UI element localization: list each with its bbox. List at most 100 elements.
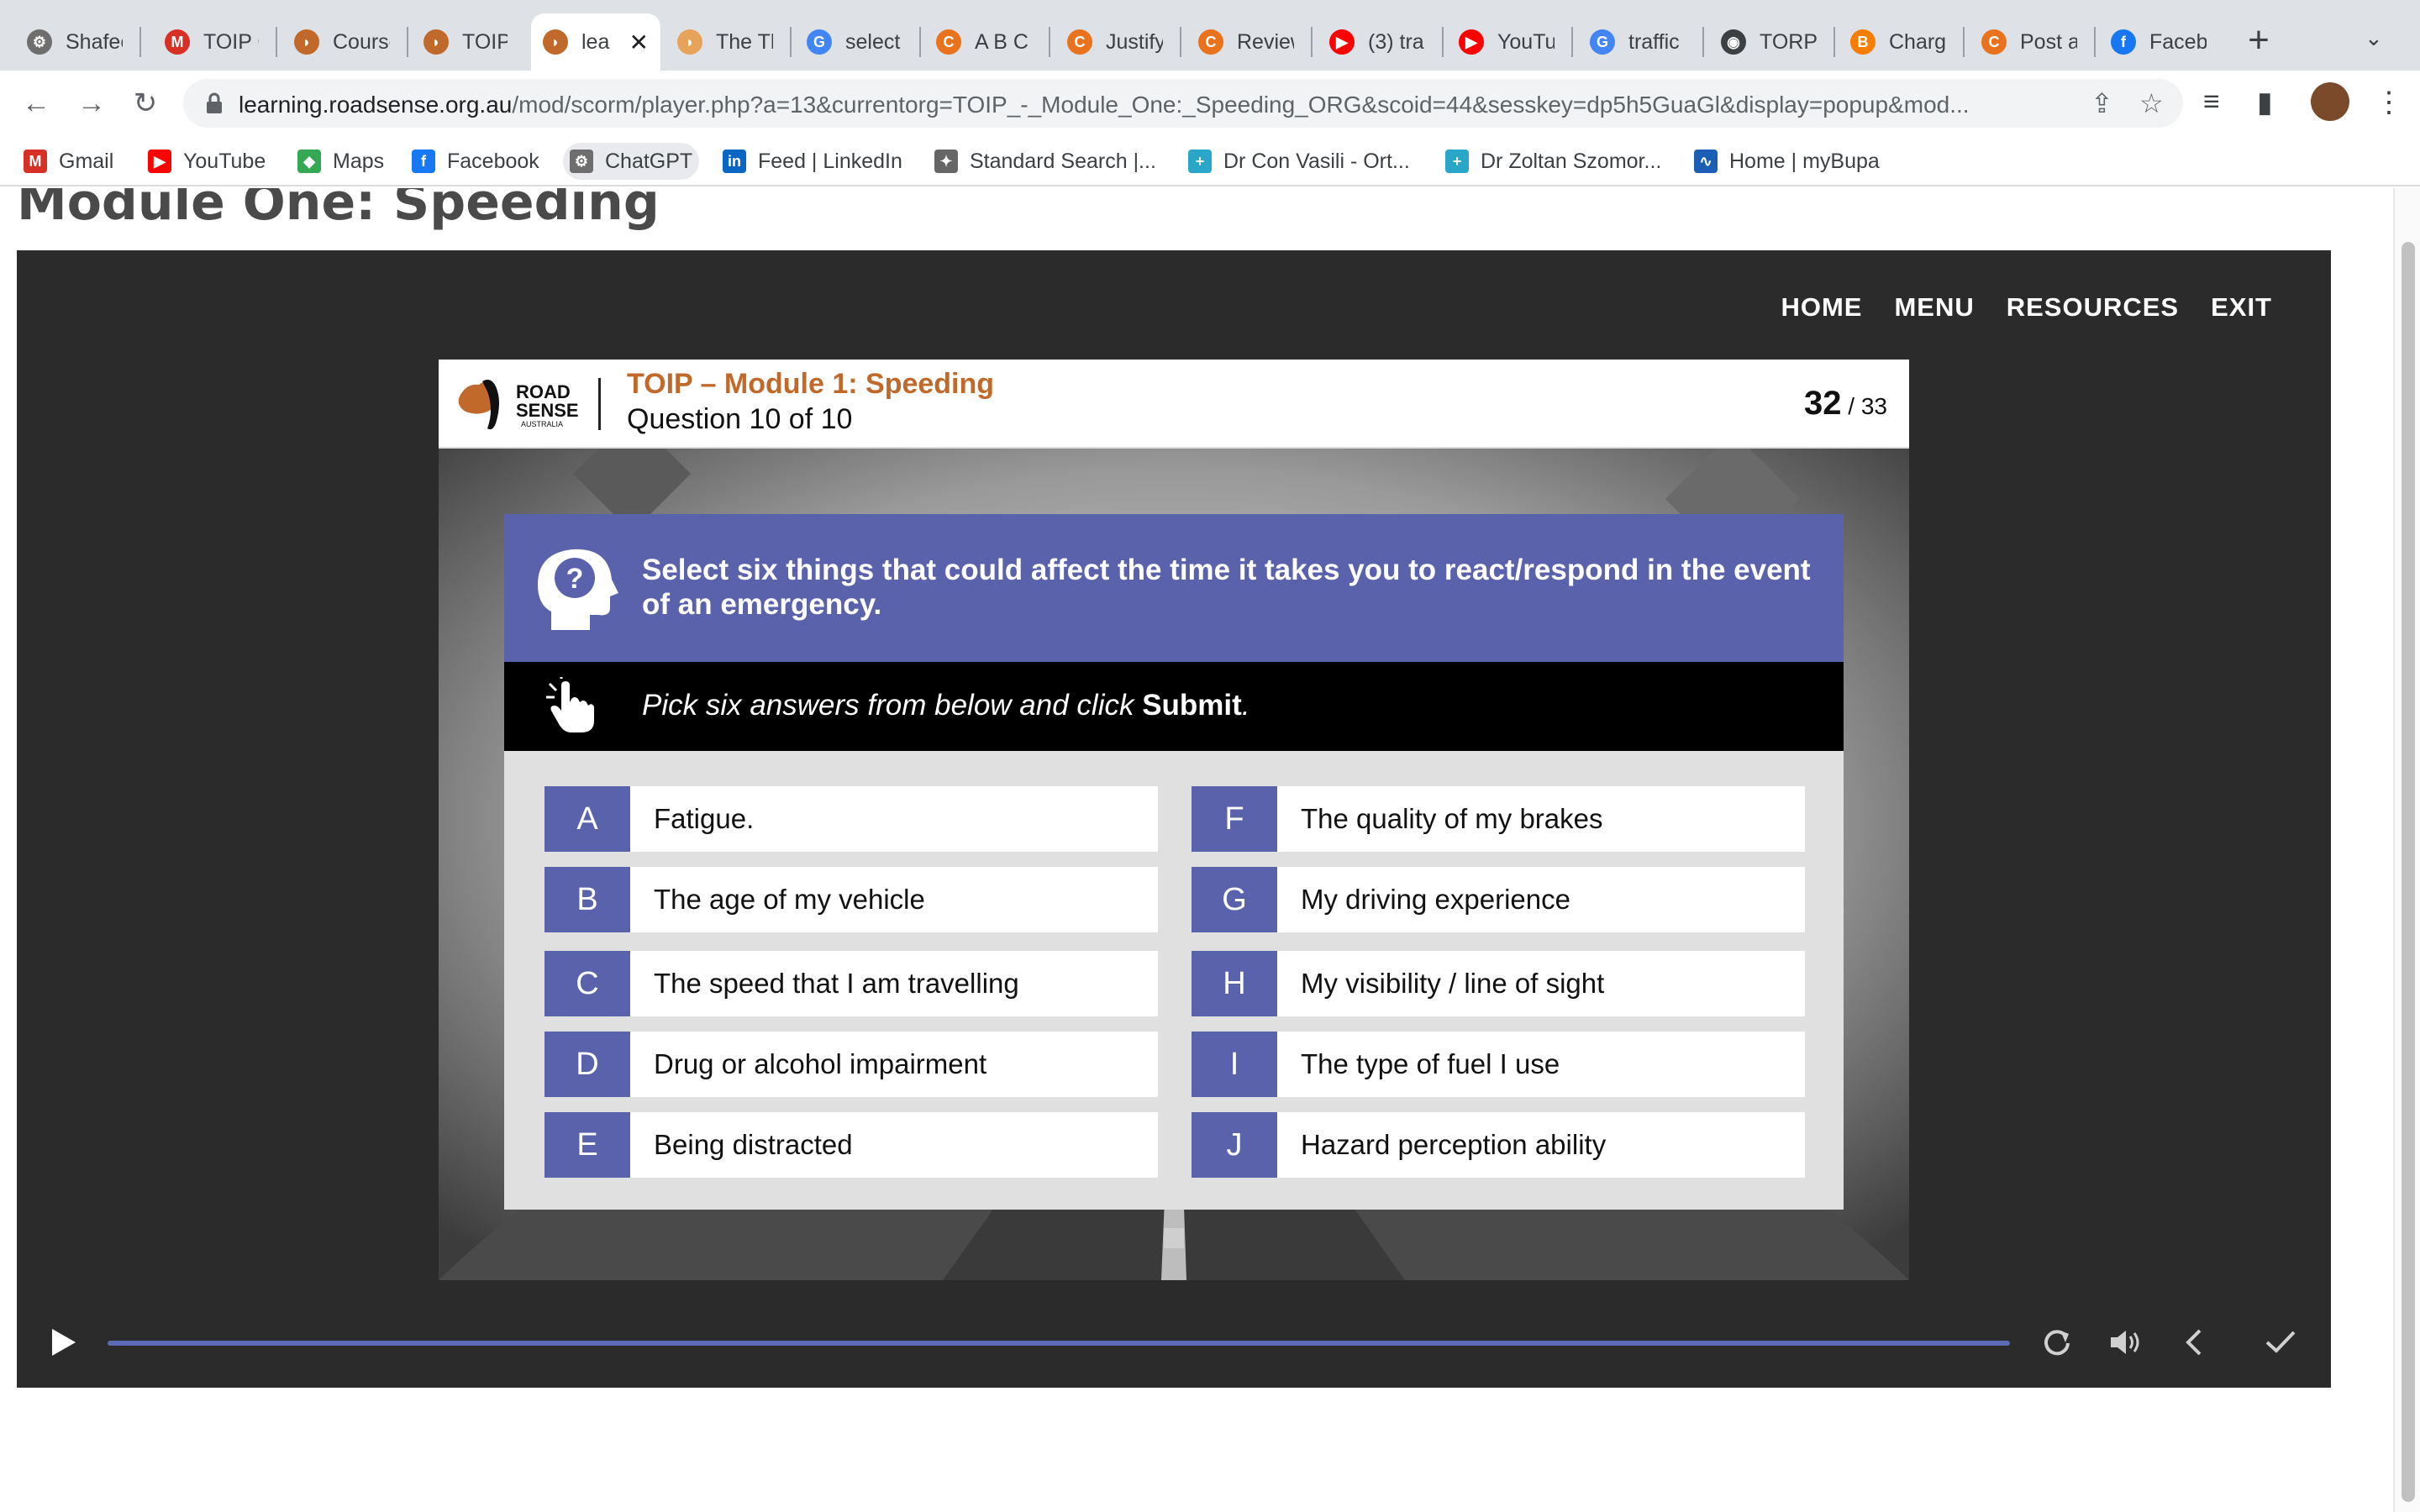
gmail-icon: M — [165, 29, 190, 55]
bookmark-item[interactable]: in Feed | LinkedIn — [716, 143, 909, 180]
browser-tab[interactable]: ◉ TORP — [1709, 13, 1828, 71]
answer-option-j[interactable]: J Hazard perception ability — [1192, 1112, 1805, 1178]
browser-tab[interactable]: ◗ Course — [282, 13, 402, 71]
progress-bar[interactable] — [108, 1341, 2010, 1346]
tab-title: Charge — [1889, 29, 1946, 54]
instruction-text: Pick six answers from below and click Su… — [642, 689, 1250, 722]
browser-tab[interactable]: CA B C — [924, 13, 1044, 71]
tab-title: Review — [1237, 29, 1294, 54]
bookmark-item[interactable]: f Facebook — [405, 143, 546, 180]
tab-title: TOIP J — [462, 29, 508, 54]
answer-option-e[interactable]: E Being distracted — [544, 1112, 1158, 1178]
roadsense-icon: ◗ — [424, 29, 449, 55]
share-icon[interactable]: ⇪ — [2091, 87, 2113, 119]
tab-title: Shafee — [66, 29, 123, 54]
submit-check-icon[interactable] — [2259, 1320, 2302, 1364]
tab-separator — [1702, 27, 1704, 57]
answer-text: The type of fuel I use — [1301, 1048, 1560, 1079]
bookmark-item[interactable]: + Dr Con Vasili - Ort... — [1181, 143, 1417, 180]
volume-icon[interactable] — [2104, 1320, 2148, 1364]
browser-tab[interactable]: C Review — [1186, 13, 1306, 71]
bookmark-item[interactable]: + Dr Zoltan Szomor... — [1439, 143, 1668, 180]
answer-option-a[interactable]: A Fatigue. — [544, 786, 1158, 852]
bookmark-item[interactable]: M Gmail — [17, 143, 120, 180]
facebook-icon: f — [412, 150, 435, 173]
bookmark-item[interactable]: ▶ YouTube — [141, 143, 272, 180]
answer-option-h[interactable]: H My visibility / line of sight — [1192, 951, 1805, 1016]
bookmark-label: YouTube — [183, 149, 266, 173]
tab-separator — [790, 27, 792, 57]
bookmark-label: Standard Search |... — [970, 149, 1156, 173]
answer-option-f[interactable]: F The quality of my brakes — [1192, 786, 1805, 852]
player-control-bar — [17, 1309, 2331, 1388]
nav-resources[interactable]: RESOURCES — [2007, 292, 2179, 323]
tab-separator — [1442, 27, 1444, 57]
bookmark-label: Maps — [333, 149, 385, 173]
tab-separator — [276, 27, 277, 57]
browser-tab[interactable]: ▶ (3) tra — [1318, 13, 1437, 71]
browser-tab[interactable]: ◗ The Th — [666, 13, 785, 71]
answer-option-d[interactable]: D Drug or alcohol impairment — [544, 1032, 1158, 1097]
back-arrow-icon[interactable]: ← — [15, 82, 57, 124]
close-tab-icon[interactable]: ✕ — [629, 29, 649, 56]
bookmark-star-icon[interactable]: ☆ — [2139, 87, 2164, 119]
browser-tab[interactable]: ▶ YouTub — [1447, 13, 1566, 71]
replay-icon[interactable] — [2035, 1320, 2079, 1364]
bookmark-item[interactable]: ∿ Home | myBupa — [1687, 143, 1886, 180]
tab-active[interactable]: ◗ lea ✕ — [531, 13, 660, 71]
media-queue-icon[interactable]: ≡ — [2203, 86, 2220, 118]
nav-home[interactable]: HOME — [1781, 292, 1862, 323]
scrollbar-thumb[interactable] — [2402, 242, 2415, 1502]
nav-menu[interactable]: MENU — [1894, 292, 1974, 323]
browser-toolbar: ← → ↻ learning.roadsense.org.au/mod/scor… — [0, 71, 2420, 136]
browser-tab[interactable]: M TOIP C — [153, 13, 271, 71]
forward-arrow-icon[interactable]: → — [71, 82, 113, 124]
browser-tab[interactable]: Gtraffic — [1578, 13, 1697, 71]
page-scrollbar[interactable] — [2393, 188, 2420, 1512]
answer-text: Hazard perception ability — [1301, 1129, 1607, 1160]
bookmark-item[interactable]: ⚙ ChatGPT — [563, 143, 700, 180]
total-slides: / 33 — [1848, 393, 1887, 419]
new-tab-button[interactable]: + — [2237, 20, 2281, 64]
browser-tab[interactable]: B Charge — [1839, 13, 1958, 71]
play-icon[interactable] — [49, 1326, 79, 1359]
previous-chevron-icon[interactable] — [2173, 1320, 2217, 1364]
browser-tab[interactable]: Gselect — [795, 13, 914, 71]
bookmark-label: Facebook — [447, 149, 539, 173]
question-text: Select six things that could affect the … — [642, 554, 1811, 621]
answer-option-b[interactable]: B The age of my vehicle — [544, 867, 1158, 932]
browser-tab[interactable]: C Justify — [1055, 13, 1175, 71]
browser-tab[interactable]: C Post a — [1970, 13, 2089, 71]
tab-separator — [1180, 27, 1181, 57]
bookmarks-bar: M Gmail ▶ YouTube ◆ Maps f Facebook ⚙ ChatGPT in Fe… — [0, 136, 2420, 186]
answer-letter: A — [544, 786, 630, 852]
url-text: learning.roadsense.org.au/mod/scorm/play… — [239, 92, 1970, 118]
tab-search-chevron-icon[interactable]: ⌄ — [2365, 25, 2383, 51]
tab-title: A B C — [975, 29, 1028, 54]
page-content: Module One: Speeding HOME MENU RESOURCES… — [0, 188, 2420, 1512]
slide-page-counter: 32 / 33 — [1804, 385, 1887, 423]
lock-icon[interactable] — [202, 91, 227, 116]
bookmark-item[interactable]: ✦ Standard Search |... — [928, 143, 1163, 180]
answer-grid: A Fatigue. B The age of my vehicle C The spee… — [504, 751, 1844, 1210]
profile-avatar[interactable] — [2311, 82, 2349, 121]
kebab-menu-icon[interactable]: ⋮ — [2375, 86, 2403, 119]
browser-tab[interactable]: f Facebo — [2099, 13, 2218, 71]
browser-tab[interactable]: ◗ TOIP J — [412, 13, 519, 71]
question-banner: ? Select six things that could affect th… — [504, 514, 1844, 662]
c-icon: C — [1198, 29, 1223, 55]
reload-icon[interactable]: ↻ — [124, 82, 166, 124]
nav-exit[interactable]: EXIT — [2211, 292, 2272, 323]
side-panel-icon[interactable]: ▮ — [2257, 86, 2273, 119]
bookmark-item[interactable]: ◆ Maps — [291, 143, 391, 180]
answer-letter: H — [1192, 951, 1277, 1016]
browser-tab[interactable]: ⚙ Shafee — [15, 13, 134, 71]
answer-option-c[interactable]: C The speed that I am travelling — [544, 951, 1158, 1016]
tab-title: The Th — [716, 29, 773, 54]
player-top-nav: HOME MENU RESOURCES EXIT — [1781, 292, 2272, 323]
answer-letter: F — [1192, 786, 1277, 852]
answer-option-g[interactable]: G My driving experience — [1192, 867, 1805, 932]
address-bar[interactable]: learning.roadsense.org.au/mod/scorm/play… — [183, 79, 2183, 128]
answer-option-i[interactable]: I The type of fuel I use — [1192, 1032, 1805, 1097]
plus-icon: + — [1188, 150, 1212, 173]
